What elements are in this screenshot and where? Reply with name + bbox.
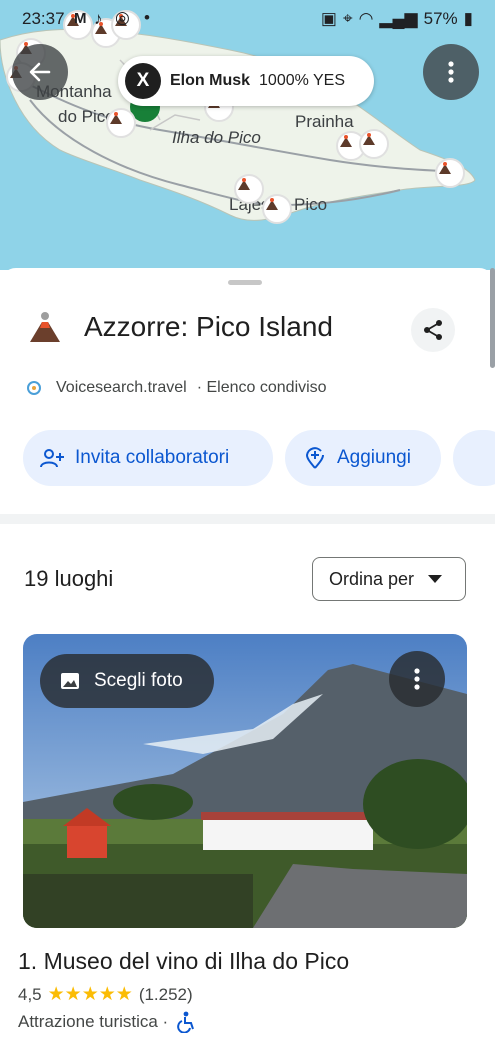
back-button[interactable] [12,44,68,100]
battery-saver-icon: ▣ [320,9,337,28]
place-more-options-button[interactable] [389,651,445,707]
promoted-tag: 1000% YES [259,72,346,89]
place-category-row: Attrazione turistica · [18,1011,196,1033]
invite-collaborators-button[interactable]: Invita collaboratori [23,430,273,486]
share-button[interactable] [411,308,455,352]
map-pin-volcano-icon[interactable] [435,158,465,188]
signal-icon: ▂▄▆ [379,9,418,28]
whatsapp-notification-icon: ◎ [115,8,130,27]
more-notifications-icon: • [144,8,150,27]
volcano-emoji-icon [30,312,60,342]
more-vert-icon [414,668,420,690]
list-header: Azzorre: Pico Island [28,310,333,344]
battery-level: 57% [423,9,458,28]
wifi-icon: ◠ [358,9,374,28]
map-pin-volcano-icon[interactable] [359,129,389,159]
add-location-icon [305,447,324,469]
source-logo-icon [27,381,41,395]
list-source: Voicesearch.travel · Elenco condiviso [24,378,327,398]
status-bar: 23:37 M ♪ ◎ • ▣ ⌖ ◠ ▂▄▆ 57% ▮ [0,0,495,36]
list-title: Azzorre: Pico Island [84,311,333,342]
source-name[interactable]: Voicesearch.travel [56,379,187,397]
arrow-back-icon [29,62,51,82]
rating-value: 4,5 [18,984,42,1004]
more-vert-icon [448,61,454,83]
choose-photo-label: Scegli foto [94,670,183,691]
location-icon: ⌖ [342,9,353,28]
star-rating-icon: ★★★★★ [47,984,133,1005]
map-view[interactable]: Montanha do Pico Ilha do Pico Prainha La… [0,0,495,270]
wheelchair-accessible-icon [177,1011,195,1033]
sort-dropdown[interactable]: Ordina per [312,557,466,601]
sheet-scrollbar[interactable] [490,268,495,368]
map-pin-volcano-icon[interactable] [262,194,292,224]
place-category: Attrazione turistica · [18,1012,169,1031]
share-icon [424,320,442,340]
place-photo[interactable]: Scegli foto [23,634,467,928]
place-title[interactable]: 1. Museo del vino di Ilha do Pico [18,948,349,975]
gmail-notification-icon: M [74,10,87,27]
section-divider [0,514,495,524]
list-bottom-sheet: Azzorre: Pico Island Voicesearch.travel … [0,268,495,1045]
promoted-name: Elon Musk [170,72,251,89]
promoted-chip[interactable]: X Elon Musk 1000% YES [118,56,374,106]
x-logo-icon: X [125,63,161,99]
map-pin-volcano-icon[interactable] [106,108,136,138]
more-actions-chip[interactable] [453,430,495,486]
choose-photo-button[interactable]: Scegli foto [40,654,214,708]
person-add-icon [40,449,64,468]
map-label-ilha-do-pico: Ilha do Pico [172,128,261,147]
sheet-drag-handle[interactable] [228,280,262,285]
arrow-drop-down-icon [428,575,443,583]
sort-label: Ordina per [329,568,415,589]
shared-list-label: · Elenco condiviso [196,379,327,396]
review-count: (1.252) [138,984,193,1004]
place-rating: 4,5 ★★★★★ (1.252) [18,983,193,1006]
status-time: 23:37 [22,9,65,28]
map-pin-volcano-icon[interactable] [234,174,264,204]
add-place-button[interactable]: Aggiungi [285,430,441,486]
battery-icon: ▮ [463,9,473,28]
map-label-prainha: Prainha [295,112,354,131]
image-icon [61,673,79,689]
more-options-button[interactable] [423,44,479,100]
invite-collaborators-label: Invita collaboratori [75,447,230,468]
map-label-pico: Pico [294,195,328,214]
add-place-label: Aggiungi [337,447,411,468]
places-count: 19 luoghi [24,566,114,591]
tiktok-notification-icon: ♪ [94,9,103,28]
